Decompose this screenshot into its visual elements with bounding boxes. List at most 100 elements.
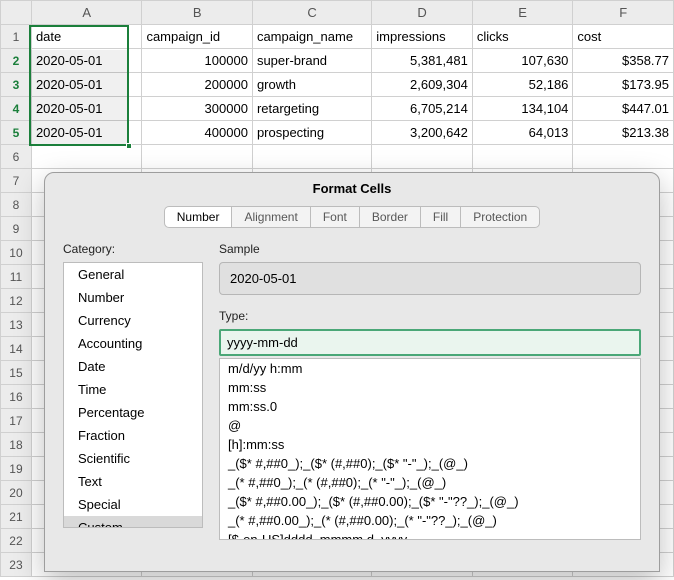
cell-C6[interactable] (252, 145, 371, 169)
category-list[interactable]: GeneralNumberCurrencyAccountingDateTimeP… (63, 262, 203, 528)
row-header-9[interactable]: 9 (1, 217, 32, 241)
category-currency[interactable]: Currency (64, 309, 202, 332)
category-scientific[interactable]: Scientific (64, 447, 202, 470)
format-item-8[interactable]: _(* #,##0.00_);_(* (#,##0.00);_(* "-"??_… (220, 511, 640, 530)
cell-A2[interactable]: 2020-05-01 (31, 49, 142, 73)
format-item-6[interactable]: _(* #,##0_);_(* (#,##0);_(* "-"_);_(@_) (220, 473, 640, 492)
cell-F1[interactable]: cost (573, 25, 674, 49)
column-header-C[interactable]: C (252, 1, 371, 25)
dialog-title: Format Cells (45, 173, 659, 206)
cell-E3[interactable]: 52,186 (472, 73, 573, 97)
row-header-21[interactable]: 21 (1, 505, 32, 529)
format-item-5[interactable]: _($* #,##0_);_($* (#,##0);_($* "-"_);_(@… (220, 454, 640, 473)
row-header-3[interactable]: 3 (1, 73, 32, 97)
cell-F4[interactable]: $447.01 (573, 97, 674, 121)
format-item-2[interactable]: mm:ss.0 (220, 397, 640, 416)
cell-F5[interactable]: $213.38 (573, 121, 674, 145)
format-cells-dialog: Format Cells NumberAlignmentFontBorderFi… (44, 172, 660, 572)
column-header-A[interactable]: A (31, 1, 142, 25)
category-general[interactable]: General (64, 263, 202, 286)
sample-value: 2020-05-01 (219, 262, 641, 295)
category-special[interactable]: Special (64, 493, 202, 516)
cell-E6[interactable] (472, 145, 573, 169)
category-custom[interactable]: Custom (64, 516, 202, 528)
cell-C3[interactable]: growth (252, 73, 371, 97)
format-item-3[interactable]: @ (220, 416, 640, 435)
format-item-1[interactable]: mm:ss (220, 378, 640, 397)
row-header-15[interactable]: 15 (1, 361, 32, 385)
tab-number[interactable]: Number (164, 206, 232, 228)
row-header-13[interactable]: 13 (1, 313, 32, 337)
cell-B6[interactable] (142, 145, 253, 169)
category-number[interactable]: Number (64, 286, 202, 309)
cell-E5[interactable]: 64,013 (472, 121, 573, 145)
row-header-1[interactable]: 1 (1, 25, 32, 49)
row-header-12[interactable]: 12 (1, 289, 32, 313)
category-date[interactable]: Date (64, 355, 202, 378)
cell-A5[interactable]: 2020-05-01 (31, 121, 142, 145)
category-fraction[interactable]: Fraction (64, 424, 202, 447)
row-header-4[interactable]: 4 (1, 97, 32, 121)
cell-B1[interactable]: campaign_id (142, 25, 253, 49)
cell-D4[interactable]: 6,705,214 (372, 97, 473, 121)
row-header-16[interactable]: 16 (1, 385, 32, 409)
row-header-18[interactable]: 18 (1, 433, 32, 457)
row-header-7[interactable]: 7 (1, 169, 32, 193)
cell-B5[interactable]: 400000 (142, 121, 253, 145)
column-header-E[interactable]: E (472, 1, 573, 25)
column-header-B[interactable]: B (142, 1, 253, 25)
category-time[interactable]: Time (64, 378, 202, 401)
format-list[interactable]: m/d/yy h:mmmm:ssmm:ss.0@[h]:mm:ss_($* #,… (219, 358, 641, 540)
type-input[interactable] (219, 329, 641, 356)
tab-fill[interactable]: Fill (420, 206, 460, 228)
row-header-17[interactable]: 17 (1, 409, 32, 433)
cell-D3[interactable]: 2,609,304 (372, 73, 473, 97)
row-header-10[interactable]: 10 (1, 241, 32, 265)
cell-D5[interactable]: 3,200,642 (372, 121, 473, 145)
cell-F2[interactable]: $358.77 (573, 49, 674, 73)
category-percentage[interactable]: Percentage (64, 401, 202, 424)
row-header-14[interactable]: 14 (1, 337, 32, 361)
row-header-19[interactable]: 19 (1, 457, 32, 481)
cell-C1[interactable]: campaign_name (252, 25, 371, 49)
cell-A1[interactable]: date (31, 25, 142, 49)
cell-E1[interactable]: clicks (472, 25, 573, 49)
cell-E2[interactable]: 107,630 (472, 49, 573, 73)
row-header-22[interactable]: 22 (1, 529, 32, 553)
cell-A6[interactable] (31, 145, 142, 169)
cell-F6[interactable] (573, 145, 674, 169)
cell-C4[interactable]: retargeting (252, 97, 371, 121)
cell-B3[interactable]: 200000 (142, 73, 253, 97)
row-header-8[interactable]: 8 (1, 193, 32, 217)
select-all-corner[interactable] (1, 1, 32, 25)
cell-B2[interactable]: 100000 (142, 49, 253, 73)
cell-C2[interactable]: super-brand (252, 49, 371, 73)
row-header-11[interactable]: 11 (1, 265, 32, 289)
column-header-D[interactable]: D (372, 1, 473, 25)
category-accounting[interactable]: Accounting (64, 332, 202, 355)
row-header-6[interactable]: 6 (1, 145, 32, 169)
column-header-F[interactable]: F (573, 1, 674, 25)
tab-border[interactable]: Border (359, 206, 420, 228)
format-item-0[interactable]: m/d/yy h:mm (220, 359, 640, 378)
row-header-23[interactable]: 23 (1, 553, 32, 577)
category-text[interactable]: Text (64, 470, 202, 493)
cell-A3[interactable]: 2020-05-01 (31, 73, 142, 97)
cell-D1[interactable]: impressions (372, 25, 473, 49)
row-header-20[interactable]: 20 (1, 481, 32, 505)
format-item-7[interactable]: _($* #,##0.00_);_($* (#,##0.00);_($* "-"… (220, 492, 640, 511)
tab-font[interactable]: Font (310, 206, 359, 228)
cell-F3[interactable]: $173.95 (573, 73, 674, 97)
cell-C5[interactable]: prospecting (252, 121, 371, 145)
format-item-9[interactable]: [$-en-US]dddd, mmmm d, yyyy (220, 530, 640, 540)
row-header-2[interactable]: 2 (1, 49, 32, 73)
cell-D2[interactable]: 5,381,481 (372, 49, 473, 73)
cell-D6[interactable] (372, 145, 473, 169)
tab-protection[interactable]: Protection (460, 206, 540, 228)
cell-B4[interactable]: 300000 (142, 97, 253, 121)
row-header-5[interactable]: 5 (1, 121, 32, 145)
tab-alignment[interactable]: Alignment (231, 206, 309, 228)
format-item-4[interactable]: [h]:mm:ss (220, 435, 640, 454)
cell-A4[interactable]: 2020-05-01 (31, 97, 142, 121)
cell-E4[interactable]: 134,104 (472, 97, 573, 121)
